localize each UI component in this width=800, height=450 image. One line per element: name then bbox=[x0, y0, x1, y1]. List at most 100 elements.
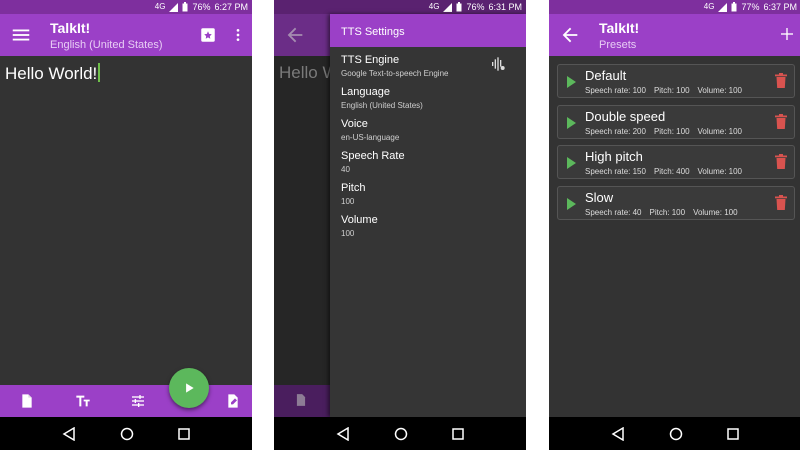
home-nav-icon[interactable] bbox=[394, 427, 408, 441]
setting-language[interactable]: Language English (United States) bbox=[341, 86, 423, 110]
tts-settings-drawer: TTS Settings TTS Engine Google Text-to-s… bbox=[330, 14, 526, 417]
new-document-icon bbox=[296, 394, 306, 406]
presets-icon[interactable] bbox=[199, 26, 217, 44]
setting-label: Speech Rate bbox=[341, 150, 405, 162]
signal-label: 4G bbox=[428, 2, 440, 11]
trash-icon[interactable] bbox=[775, 114, 787, 129]
preset-item-default[interactable]: Default Speech rate: 100 Pitch: 100 Volume… bbox=[557, 64, 795, 98]
preset-volume: Volume: 100 bbox=[697, 86, 742, 95]
back-arrow-icon[interactable] bbox=[559, 24, 581, 46]
app-bar: TalkIt! English (United States) bbox=[0, 14, 252, 56]
setting-value: 100 bbox=[341, 229, 355, 238]
setting-label: Pitch bbox=[341, 182, 366, 194]
setting-volume[interactable]: Volume 100 bbox=[341, 214, 378, 238]
preset-stats: Speech rate: 100 Pitch: 100 Volume: 100 bbox=[585, 86, 750, 95]
clock: 6:31 PM bbox=[488, 2, 522, 12]
trash-icon[interactable] bbox=[775, 154, 787, 169]
preset-stats: Speech rate: 150 Pitch: 400 Volume: 100 bbox=[585, 167, 750, 176]
preset-pitch: Pitch: 100 bbox=[653, 127, 690, 136]
home-nav-icon[interactable] bbox=[120, 427, 134, 441]
speak-fab-button[interactable] bbox=[169, 368, 209, 408]
new-document-icon[interactable] bbox=[19, 393, 35, 409]
preset-pitch: Pitch: 100 bbox=[653, 86, 690, 95]
preset-stats: Speech rate: 200 Pitch: 100 Volume: 100 bbox=[585, 127, 750, 136]
status-bar: 4G 76% 6:27 PM bbox=[0, 0, 252, 14]
menu-icon[interactable] bbox=[10, 24, 32, 46]
signal-label: 4G bbox=[154, 2, 166, 11]
clock: 6:37 PM bbox=[763, 2, 797, 12]
status-bar: 4G 76% 6:31 PM bbox=[274, 0, 526, 14]
play-icon[interactable] bbox=[566, 76, 576, 88]
setting-tts-engine[interactable]: TTS Engine Google Text-to-speech Engine bbox=[341, 54, 448, 78]
preset-item-double-speed[interactable]: Double speed Speech rate: 200 Pitch: 100 V… bbox=[557, 105, 795, 139]
setting-value: en-US-language bbox=[341, 133, 400, 142]
preset-volume: Volume: 100 bbox=[697, 127, 742, 136]
setting-speech-rate[interactable]: Speech Rate 40 bbox=[341, 150, 405, 174]
battery-icon bbox=[731, 2, 737, 12]
setting-value: 100 bbox=[341, 197, 355, 206]
system-nav-bar bbox=[274, 417, 526, 450]
app-subtitle: Presets bbox=[599, 39, 637, 51]
setting-pitch[interactable]: Pitch 100 bbox=[341, 182, 365, 206]
preset-rate: Speech rate: 150 bbox=[585, 167, 646, 176]
preset-rate: Speech rate: 40 bbox=[585, 208, 642, 217]
add-icon[interactable] bbox=[779, 26, 795, 42]
back-arrow-icon bbox=[287, 27, 303, 43]
status-bar: 4G 77% 6:37 PM bbox=[549, 0, 800, 14]
more-vert-icon[interactable] bbox=[230, 26, 246, 44]
setting-label: TTS Engine bbox=[341, 54, 400, 66]
preset-item-high-pitch[interactable]: High pitch Speech rate: 150 Pitch: 400 Vol… bbox=[557, 145, 795, 179]
drawer-title: TTS Settings bbox=[330, 14, 526, 47]
trash-icon[interactable] bbox=[775, 73, 787, 88]
system-nav-bar bbox=[549, 417, 800, 450]
preset-name: Slow bbox=[585, 190, 614, 205]
signal-icon bbox=[718, 2, 728, 12]
app-subtitle: English (United States) bbox=[50, 39, 163, 51]
app-title: TalkIt! bbox=[50, 20, 91, 36]
setting-label: Language bbox=[341, 86, 390, 98]
recents-nav-icon[interactable] bbox=[178, 427, 190, 440]
preset-item-slow[interactable]: Slow Speech rate: 40 Pitch: 100 Volume: 10… bbox=[557, 186, 795, 220]
text-editor[interactable]: Hello World! bbox=[0, 56, 252, 385]
text-format-icon[interactable] bbox=[75, 393, 91, 409]
preset-volume: Volume: 100 bbox=[693, 208, 738, 217]
app-bar: TalkIt! Presets bbox=[549, 14, 800, 56]
recents-nav-icon[interactable] bbox=[727, 427, 739, 440]
play-icon[interactable] bbox=[566, 157, 576, 169]
setting-voice[interactable]: Voice en-US-language bbox=[341, 118, 399, 142]
editor-text[interactable]: Hello World! bbox=[5, 64, 97, 83]
app-title: TalkIt! bbox=[599, 20, 640, 36]
battery-percent: 77% bbox=[741, 2, 760, 12]
setting-label: Volume bbox=[341, 214, 378, 226]
preset-volume: Volume: 100 bbox=[697, 167, 742, 176]
battery-percent: 76% bbox=[192, 2, 211, 12]
battery-percent: 76% bbox=[466, 2, 485, 12]
tune-icon[interactable] bbox=[130, 393, 146, 409]
edit-document-icon[interactable] bbox=[225, 393, 241, 409]
system-nav-bar bbox=[0, 417, 252, 450]
home-nav-icon[interactable] bbox=[669, 427, 683, 441]
setting-value: Google Text-to-speech Engine bbox=[341, 69, 449, 78]
trash-icon[interactable] bbox=[775, 195, 787, 210]
bottom-toolbar bbox=[0, 385, 252, 417]
play-icon[interactable] bbox=[566, 117, 576, 129]
back-nav-icon[interactable] bbox=[611, 426, 625, 441]
voice-wave-icon[interactable] bbox=[490, 56, 506, 72]
setting-value: English (United States) bbox=[341, 101, 423, 110]
phone-screen-editor: 4G 76% 6:27 PM TalkIt! English (United S… bbox=[0, 0, 252, 450]
text-cursor bbox=[98, 63, 101, 82]
back-nav-icon[interactable] bbox=[336, 426, 350, 441]
back-nav-icon[interactable] bbox=[62, 426, 76, 441]
signal-icon bbox=[443, 2, 453, 12]
recents-nav-icon[interactable] bbox=[452, 427, 464, 440]
setting-value: 40 bbox=[341, 165, 350, 174]
play-icon bbox=[186, 383, 194, 393]
preset-name: Double speed bbox=[585, 109, 666, 124]
preset-rate: Speech rate: 100 bbox=[585, 86, 646, 95]
play-icon[interactable] bbox=[566, 198, 576, 210]
setting-label: Voice bbox=[341, 118, 368, 130]
battery-icon bbox=[182, 2, 188, 12]
preset-rate: Speech rate: 200 bbox=[585, 127, 646, 136]
clock: 6:27 PM bbox=[214, 2, 248, 12]
preset-stats: Speech rate: 40 Pitch: 100 Volume: 100 bbox=[585, 208, 746, 217]
